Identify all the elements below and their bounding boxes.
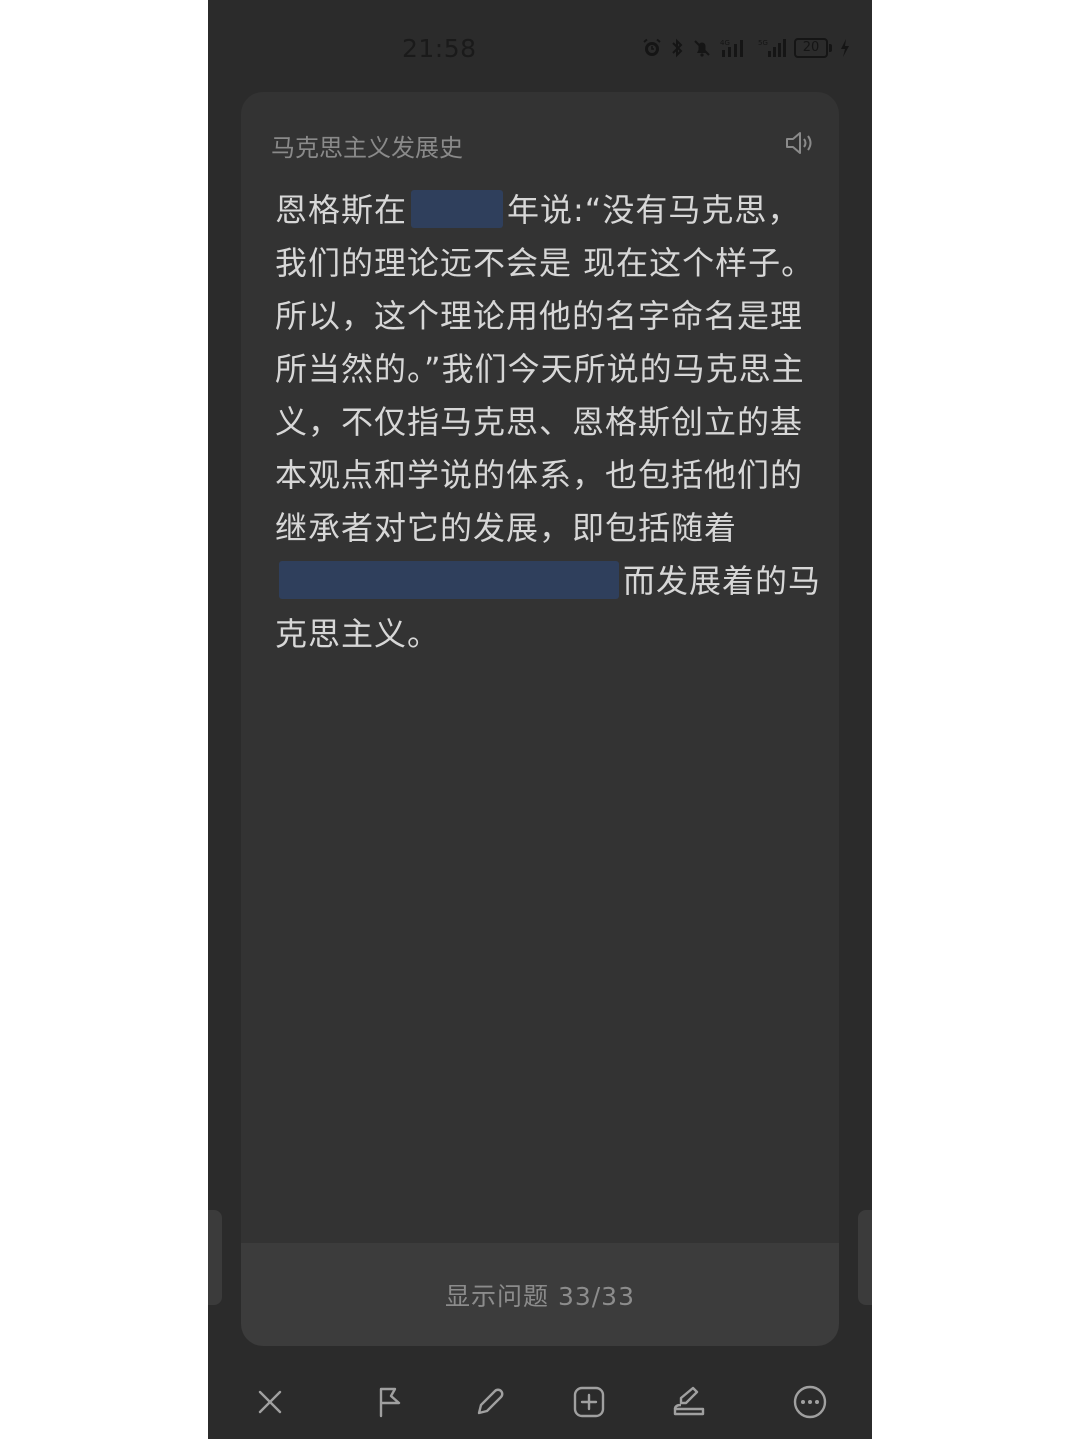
close-button[interactable] — [248, 1380, 292, 1424]
status-icons: 4G 5G 20 — [642, 36, 850, 60]
charging-icon — [841, 39, 849, 57]
more-button[interactable] — [788, 1380, 832, 1424]
flashcard: 马克思主义发展史 恩格斯在 年说:“没有马克思，我们的理论远不会是 现在这个样子。… — [241, 92, 839, 1312]
stamp-button[interactable] — [667, 1380, 711, 1424]
status-bar: 21:58 4G 5G 20 — [208, 0, 872, 90]
battery-icon: 20 — [794, 38, 832, 58]
cloze-blank-year[interactable] — [411, 190, 504, 228]
battery-level: 20 — [794, 38, 828, 58]
signal-4g-icon: 4G — [720, 39, 743, 57]
right-edge-tab[interactable] — [858, 1210, 872, 1305]
show-question-button[interactable]: 显示问题 33/33 — [241, 1243, 839, 1346]
edit-button[interactable] — [468, 1380, 512, 1424]
svg-text:5G: 5G — [758, 39, 768, 47]
signal-5g-icon: 5G — [758, 39, 786, 57]
alarm-icon — [643, 38, 661, 56]
card-passage: 恩格斯在 年说:“没有马克思，我们的理论远不会是 现在这个样子。所以，这个理论用他… — [275, 184, 823, 661]
flag-icon — [379, 1387, 401, 1418]
more-icon — [793, 1385, 827, 1419]
status-time: 21:58 — [402, 34, 477, 63]
add-card-button[interactable] — [567, 1380, 611, 1424]
show-question-label: 显示问题 33/33 — [445, 1281, 635, 1311]
cloze-blank-development[interactable] — [279, 561, 619, 599]
stamp-icon — [673, 1386, 705, 1416]
left-edge-tab[interactable] — [208, 1210, 222, 1305]
close-icon — [258, 1390, 282, 1414]
bluetooth-icon — [672, 38, 683, 58]
mute-icon — [694, 40, 710, 57]
passage-text-2: 年说:“没有马克思，我们的理论远不会是 现在这个样子。所以，这个理论用他的名字命… — [275, 191, 815, 547]
svg-text:4G: 4G — [720, 39, 730, 47]
add-card-icon — [573, 1386, 605, 1418]
flag-button[interactable] — [368, 1380, 412, 1424]
edit-icon — [477, 1388, 504, 1415]
phone-screen: 21:58 4G 5G 20 马克思主义发展史 恩格斯在 年说:“没有马克思，我… — [208, 0, 872, 1439]
deck-title: 马克思主义发展史 — [271, 134, 463, 162]
speaker-icon[interactable] — [783, 128, 817, 158]
bottom-toolbar — [208, 1360, 872, 1439]
passage-text-1: 恩格斯在 — [275, 191, 408, 229]
